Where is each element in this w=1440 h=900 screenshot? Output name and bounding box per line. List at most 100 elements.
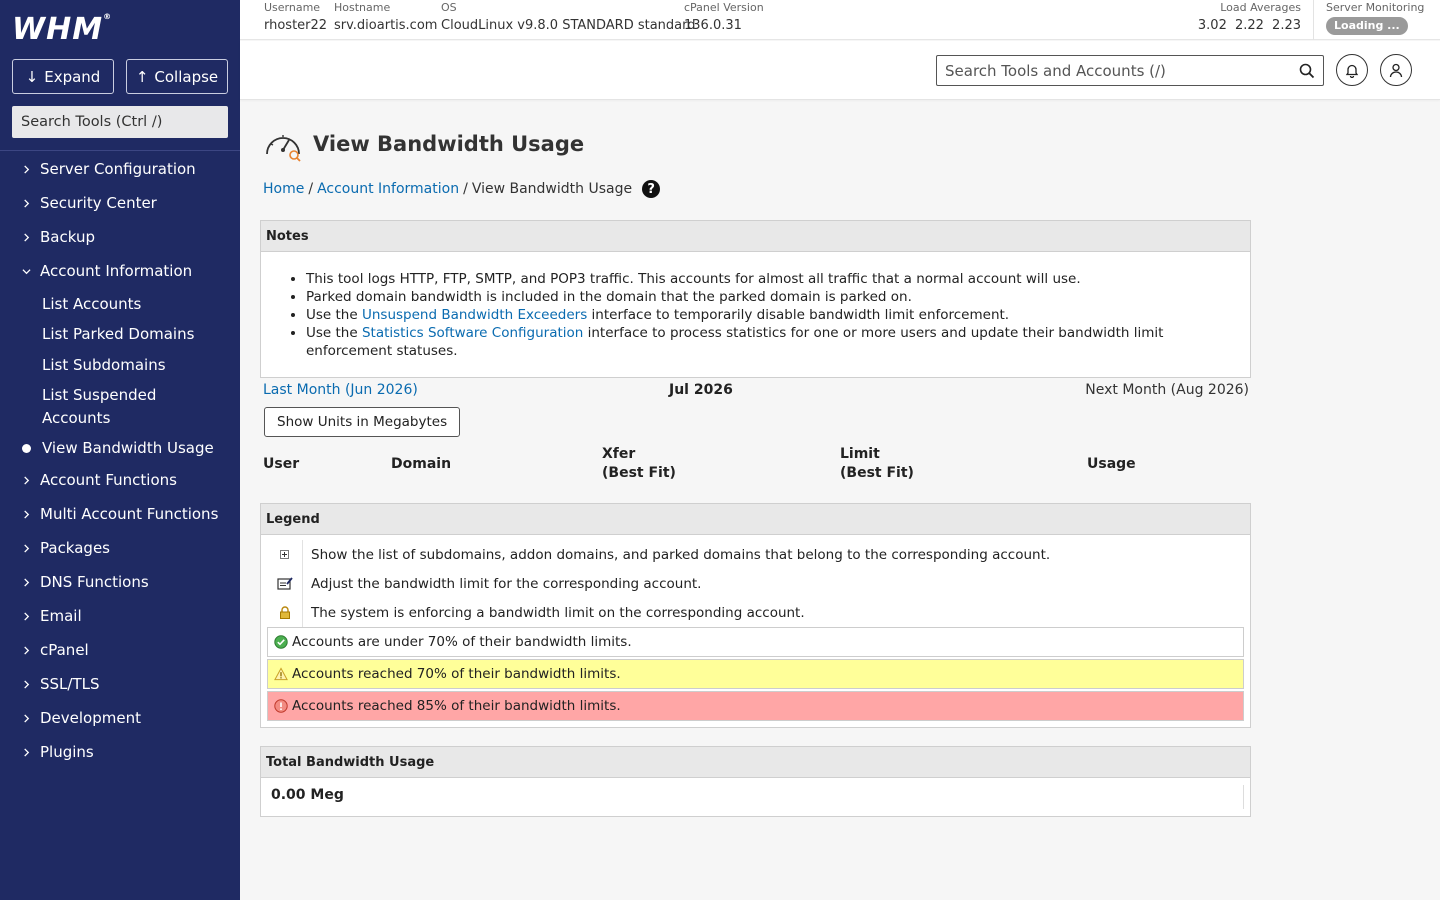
legend-row-reached-85: Accounts reached 85% of their bandwidth … bbox=[267, 691, 1244, 721]
sidebar-subitem-view-bandwidth-usage[interactable]: View Bandwidth Usage bbox=[0, 437, 214, 460]
expand-button[interactable]: ↓ Expand bbox=[12, 59, 114, 94]
sidebar-item-packages[interactable]: Packages bbox=[0, 531, 110, 565]
note-text: Use the bbox=[306, 307, 362, 323]
chevron-right-icon bbox=[22, 543, 36, 553]
whm-logo[interactable]: WHM® bbox=[12, 12, 112, 47]
user-menu-button[interactable] bbox=[1380, 54, 1412, 86]
month-navigation: Last Month (Jun 2026) Jul 2026 Next Mont… bbox=[263, 382, 1249, 402]
search-tools-accounts-input[interactable]: Search Tools and Accounts (/) bbox=[936, 55, 1324, 86]
cpanel-version-info: cPanel Version 136.0.31 bbox=[684, 1, 764, 37]
sidebar-item-label: Development bbox=[40, 709, 141, 727]
note-item: This tool logs HTTP, FTP, SMTP, and POP3… bbox=[306, 270, 1220, 288]
os-info: OS CloudLinux v9.8.0 STANDARD standard bbox=[441, 1, 696, 37]
sidebar-item-label: DNS Functions bbox=[40, 573, 149, 591]
chevron-right-icon bbox=[22, 713, 36, 723]
expand-label: Expand bbox=[44, 67, 101, 86]
legend-text: Accounts are under 70% of their bandwidt… bbox=[292, 634, 632, 650]
sidebar-item-account-information[interactable]: Account Information bbox=[0, 254, 192, 288]
column-header-xfer[interactable]: Xfer (Best Fit) bbox=[602, 445, 676, 483]
sidebar-item-backup[interactable]: Backup bbox=[0, 220, 95, 254]
hostname-value: srv.dioartis.com bbox=[334, 18, 438, 33]
load-averages-info: Load Averages 3.02 2.22 2.23 bbox=[1198, 1, 1301, 37]
breadcrumb-home-link[interactable]: Home bbox=[263, 181, 304, 197]
chevron-right-icon bbox=[22, 232, 36, 242]
note-item: Use the Unsuspend Bandwidth Exceeders in… bbox=[306, 306, 1220, 324]
notes-list: This tool logs HTTP, FTP, SMTP, and POP3… bbox=[261, 252, 1250, 360]
sidebar-item-label: Packages bbox=[40, 539, 110, 557]
sidebar-item-dns-functions[interactable]: DNS Functions bbox=[0, 565, 149, 599]
sidebar-subitem-list-suspended-accounts[interactable]: List Suspended Accounts bbox=[0, 384, 200, 430]
note-text: interface to temporarily disable bandwid… bbox=[587, 307, 1010, 323]
breadcrumb-section-link[interactable]: Account Information bbox=[317, 181, 459, 197]
sidebar-item-plugins[interactable]: Plugins bbox=[0, 735, 94, 769]
search-icon[interactable] bbox=[1299, 63, 1315, 79]
server-monitoring-info[interactable]: Server Monitoring Loading ... bbox=[1326, 1, 1424, 35]
title-row: View Bandwidth Usage bbox=[263, 126, 584, 162]
sidebar-item-cpanel[interactable]: cPanel bbox=[0, 633, 89, 667]
sidebar-item-ssl-tls[interactable]: SSL/TLS bbox=[0, 667, 100, 701]
sidebar-subitem-list-accounts[interactable]: List Accounts bbox=[0, 293, 141, 316]
column-header-user[interactable]: User bbox=[263, 455, 299, 474]
bandwidth-gauge-icon bbox=[266, 135, 301, 162]
collapse-button[interactable]: ↑ Collapse bbox=[126, 59, 228, 94]
cpanel-version-label: cPanel Version bbox=[684, 1, 764, 14]
breadcrumb-separator: / bbox=[463, 181, 468, 197]
load-averages-label: Load Averages bbox=[1220, 1, 1301, 14]
sidebar-item-label: Server Configuration bbox=[40, 160, 196, 178]
column-header-label: User bbox=[263, 456, 300, 472]
sidebar-subitem-list-subdomains[interactable]: List Subdomains bbox=[0, 354, 166, 377]
legend-heading: Legend bbox=[261, 504, 1250, 535]
server-monitoring-label: Server Monitoring bbox=[1326, 1, 1425, 14]
breadcrumb-current: View Bandwidth Usage bbox=[471, 181, 633, 197]
expand-plus-icon bbox=[267, 540, 303, 569]
sidebar-item-label: Backup bbox=[40, 228, 95, 246]
username-label: Username bbox=[264, 1, 321, 14]
chevron-right-icon bbox=[22, 611, 36, 621]
chevron-right-icon bbox=[22, 645, 36, 655]
total-bandwidth-heading: Total Bandwidth Usage bbox=[261, 747, 1250, 778]
sidebar-subitem-label: List Suspended Accounts bbox=[42, 386, 157, 427]
alert-circle-icon bbox=[268, 699, 288, 713]
sidebar-item-label: cPanel bbox=[40, 641, 89, 659]
sidebar-item-development[interactable]: Development bbox=[0, 701, 141, 735]
total-separator bbox=[1243, 785, 1244, 809]
chevron-right-icon bbox=[22, 475, 36, 485]
legend-row-expand: Show the list of subdomains, addon domai… bbox=[267, 540, 1244, 569]
logo-text: WHM bbox=[12, 12, 104, 47]
show-units-megabytes-button[interactable]: Show Units in Megabytes bbox=[264, 407, 461, 437]
chevron-right-icon bbox=[22, 577, 36, 587]
sidebar-subitem-label: List Accounts bbox=[42, 295, 142, 313]
legend-text: The system is enforcing a bandwidth limi… bbox=[311, 604, 805, 621]
unsuspend-bandwidth-exceeders-link[interactable]: Unsuspend Bandwidth Exceeders bbox=[362, 307, 587, 323]
sidebar-item-multi-account-functions[interactable]: Multi Account Functions bbox=[0, 497, 218, 531]
notifications-button[interactable] bbox=[1336, 54, 1368, 86]
column-header-domain[interactable]: Domain bbox=[391, 455, 451, 474]
column-header-label: Limit bbox=[840, 446, 880, 462]
column-header-sublabel: (Best Fit) bbox=[602, 465, 676, 481]
legend-row-reached-70: Accounts reached 70% of their bandwidth … bbox=[267, 659, 1244, 689]
statistics-software-configuration-link[interactable]: Statistics Software Configuration bbox=[362, 325, 583, 341]
sidebar-subitem-label: View Bandwidth Usage bbox=[42, 439, 214, 457]
note-text: Parked domain bandwidth is included in t… bbox=[306, 289, 912, 305]
sidebar-item-server-configuration[interactable]: Server Configuration bbox=[0, 152, 196, 186]
chevron-right-icon bbox=[22, 164, 36, 174]
sidebar-item-email[interactable]: Email bbox=[0, 599, 82, 633]
arrow-down-icon: ↓ bbox=[25, 67, 39, 86]
active-dot-icon bbox=[22, 444, 31, 453]
sidebar-item-label: Email bbox=[40, 607, 82, 625]
help-icon[interactable]: ? bbox=[642, 180, 661, 198]
sidebar-search-input[interactable]: Search Tools (Ctrl /) bbox=[12, 106, 228, 138]
monitoring-status-badge: Loading ... bbox=[1326, 17, 1408, 35]
username-info: Username rhoster22 bbox=[264, 1, 327, 37]
column-header-usage[interactable]: Usage bbox=[1087, 455, 1136, 474]
sidebar-subitem-list-parked-domains[interactable]: List Parked Domains bbox=[0, 323, 194, 346]
column-header-limit[interactable]: Limit (Best Fit) bbox=[840, 445, 914, 483]
notes-heading: Notes bbox=[261, 221, 1250, 252]
sidebar-item-security-center[interactable]: Security Center bbox=[0, 186, 157, 220]
hostname-label: Hostname bbox=[334, 1, 391, 14]
last-month-link[interactable]: Last Month (Jun 2026) bbox=[263, 382, 418, 398]
hostname-info: Hostname srv.dioartis.com bbox=[334, 1, 437, 37]
legend-row-under-70: Accounts are under 70% of their bandwidt… bbox=[267, 627, 1244, 657]
sidebar-item-account-functions[interactable]: Account Functions bbox=[0, 463, 177, 497]
note-text: Use the bbox=[306, 325, 362, 341]
